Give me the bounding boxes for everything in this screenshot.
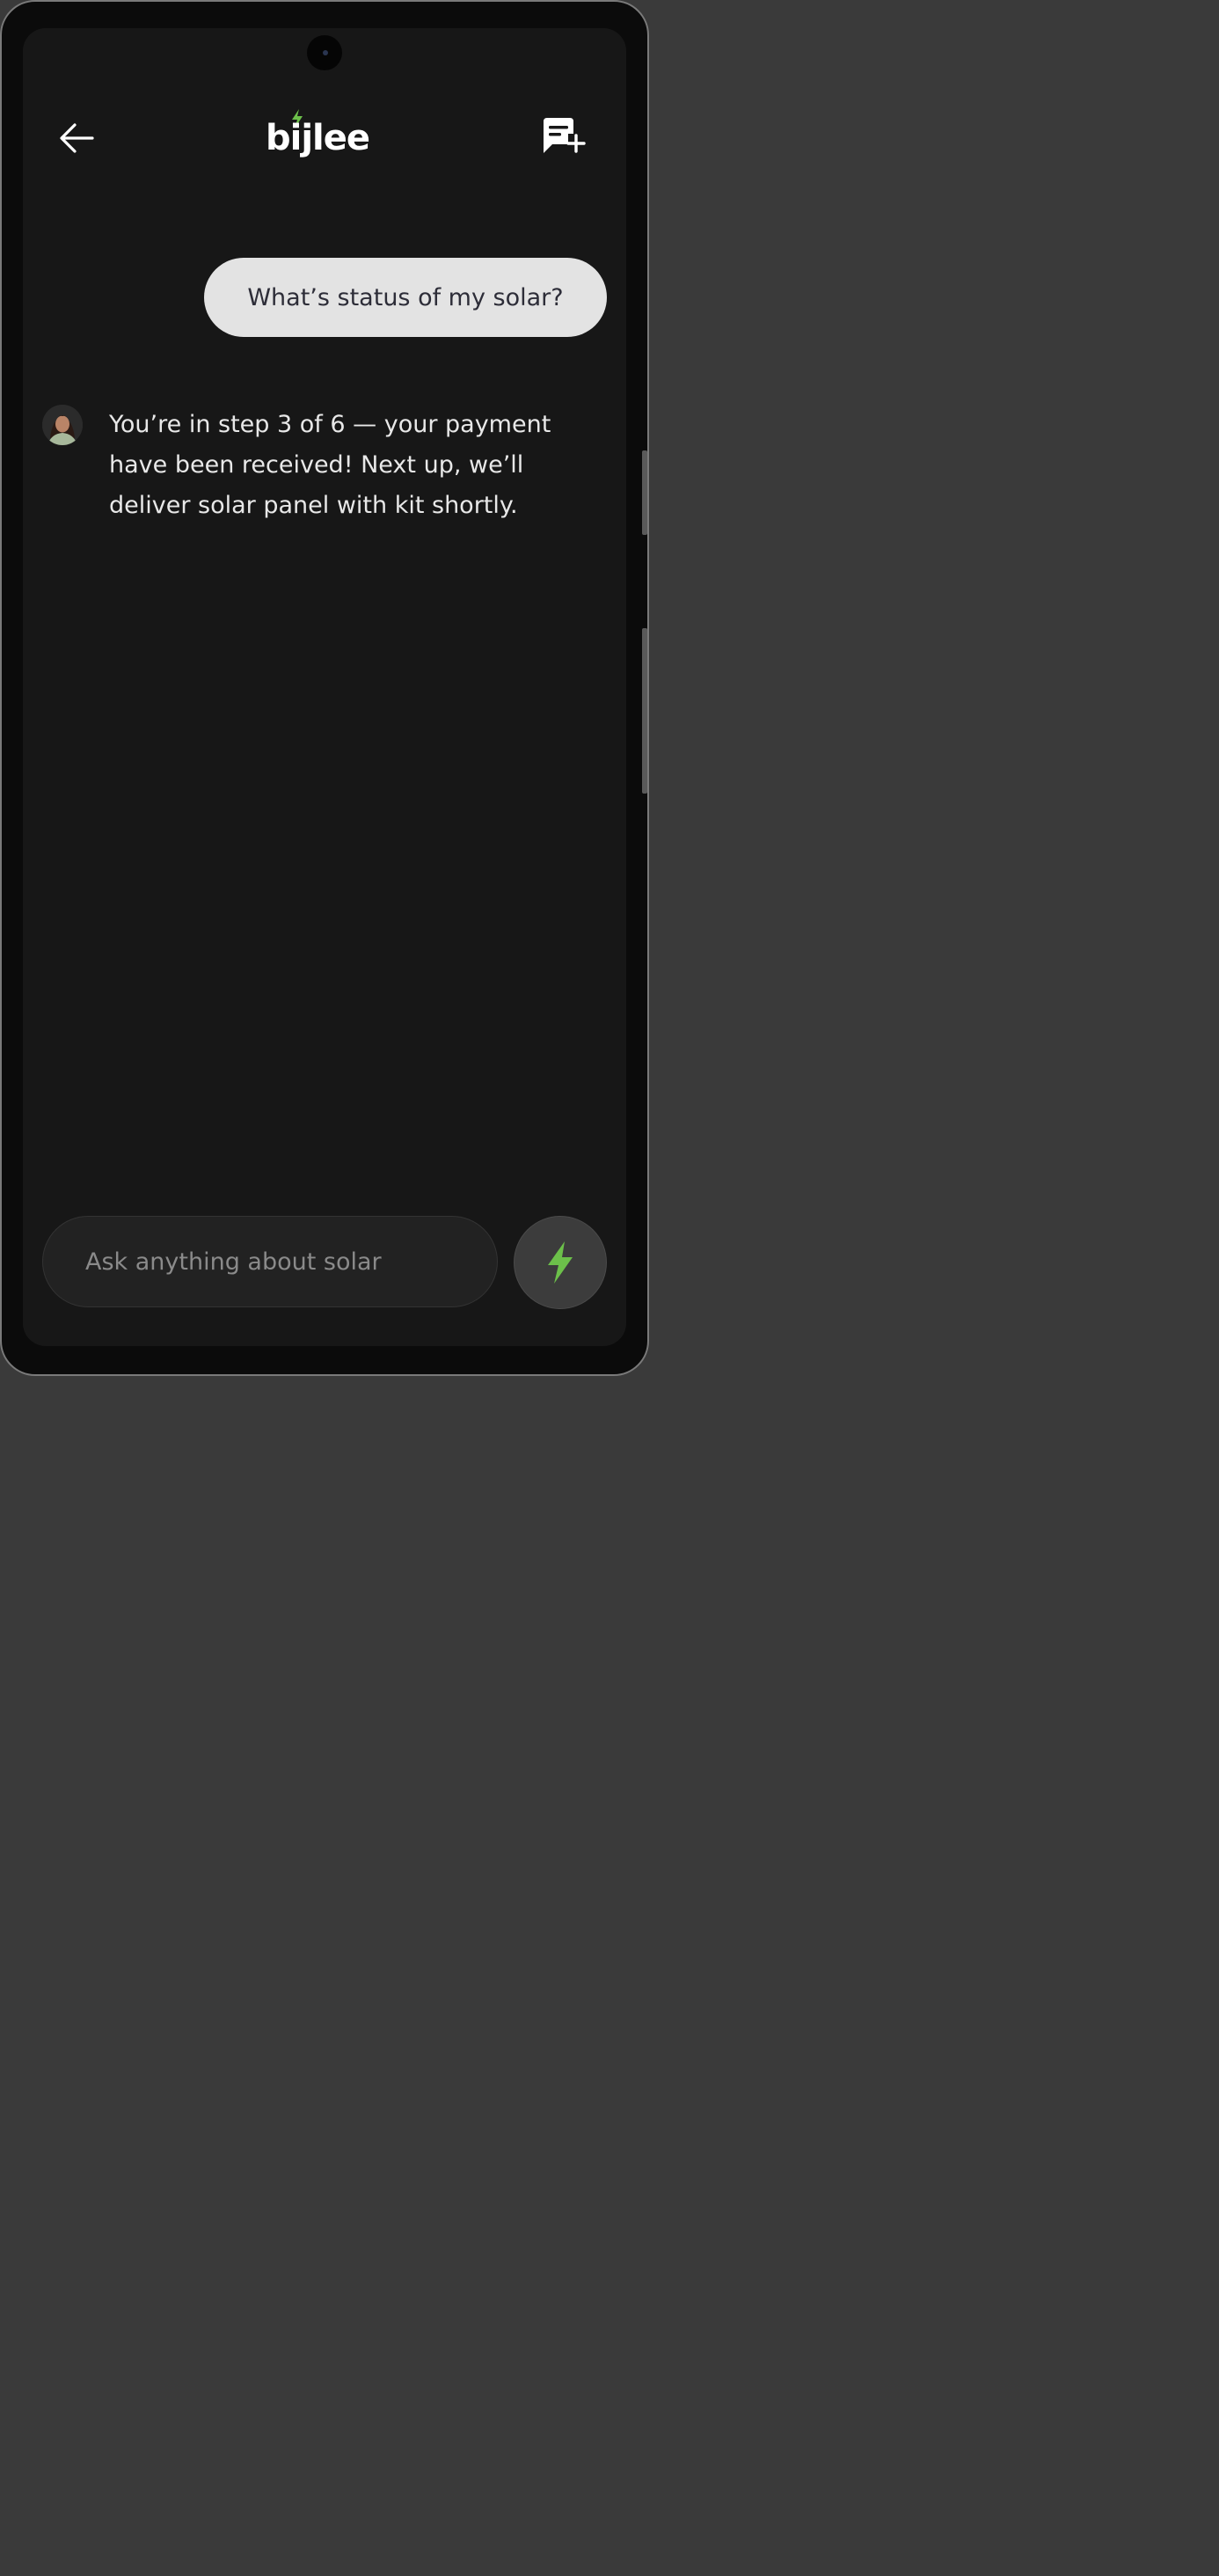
new-chat-button[interactable] — [537, 114, 586, 160]
user-message-text: What’s status of my solar? — [247, 283, 564, 311]
power-button — [642, 628, 647, 794]
message-composer[interactable] — [42, 1216, 498, 1307]
logo-wordmark: bijlee — [266, 118, 370, 158]
volume-button — [642, 450, 647, 535]
app-logo: bijlee — [260, 107, 392, 169]
assistant-message-text: You’re in step 3 of 6 — your payment hav… — [109, 411, 551, 519]
assistant-avatar — [42, 405, 83, 445]
app-screen: bijlee What’s status of my solar? You’re… — [23, 28, 626, 1346]
device-frame: bijlee What’s status of my solar? You’re… — [0, 0, 649, 1376]
message-input[interactable] — [84, 1247, 474, 1277]
arrow-left-icon — [60, 123, 94, 153]
send-button[interactable] — [514, 1216, 607, 1309]
lightning-bolt-icon — [548, 1241, 573, 1284]
front-camera — [307, 35, 342, 70]
new-chat-icon — [544, 118, 586, 153]
assistant-avatar-image — [42, 405, 83, 445]
top-bar: bijlee — [23, 107, 626, 169]
user-message-bubble: What’s status of my solar? — [204, 258, 607, 337]
back-button[interactable] — [56, 118, 97, 158]
